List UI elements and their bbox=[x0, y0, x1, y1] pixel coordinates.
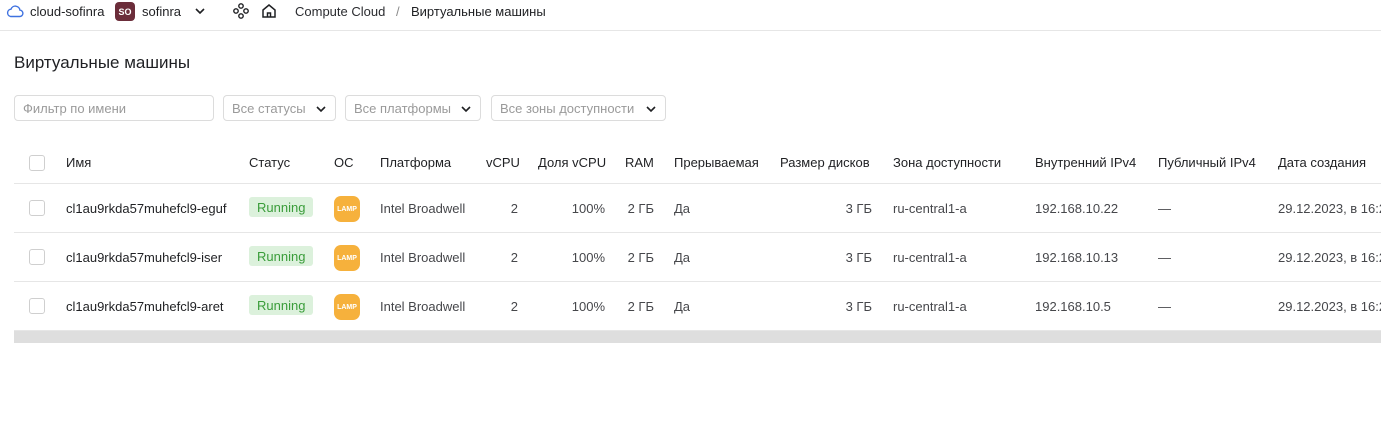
lamp-os-icon: LAMP bbox=[334, 294, 360, 320]
column-header-vcpu[interactable]: vCPU bbox=[486, 155, 520, 170]
column-header-ram[interactable]: RAM bbox=[625, 155, 654, 170]
vm-name[interactable]: cl1au9rkda57muhefcl9-eguf bbox=[66, 201, 226, 216]
breadcrumb-current: Виртуальные машины bbox=[411, 3, 546, 19]
row-checkbox[interactable] bbox=[29, 200, 45, 216]
preemptible-cell: Да bbox=[674, 250, 691, 265]
column-header-internal-ip[interactable]: Внутренний IPv4 bbox=[1035, 155, 1136, 170]
disk-cell: 3 ГБ bbox=[845, 201, 872, 216]
internal-ip-cell: 192.168.10.22 bbox=[1035, 201, 1119, 216]
column-header-disk-size[interactable]: Размер дисков bbox=[780, 155, 870, 170]
created-cell: 29.12.2023, в 16:2 bbox=[1278, 250, 1381, 265]
horizontal-scrollbar[interactable] bbox=[14, 331, 1381, 343]
ram-cell: 2 ГБ bbox=[627, 299, 654, 314]
select-all-checkbox[interactable] bbox=[29, 155, 45, 171]
created-cell: 29.12.2023, в 16:2 bbox=[1278, 201, 1381, 216]
column-header-name[interactable]: Имя bbox=[66, 155, 91, 170]
vcpu-cell: 2 bbox=[510, 250, 518, 265]
chevron-down-icon[interactable] bbox=[193, 0, 207, 22]
vm-name[interactable]: cl1au9rkda57muhefcl9-aret bbox=[66, 299, 224, 314]
breadcrumb-service[interactable]: Compute Cloud bbox=[295, 0, 385, 22]
created-cell: 29.12.2023, в 16:2 bbox=[1278, 299, 1381, 314]
status-badge: Running bbox=[249, 295, 314, 315]
table-row[interactable]: cl1au9rkda57muhefcl9-iser Running LAMP I… bbox=[14, 233, 1381, 282]
disk-cell: 3 ГБ bbox=[845, 299, 872, 314]
vcpu-share-cell: 100% bbox=[571, 299, 605, 314]
chevron-down-icon bbox=[314, 102, 328, 119]
platform-cell: Intel Broadwell bbox=[380, 299, 466, 314]
platform-cell: Intel Broadwell bbox=[380, 250, 466, 265]
row-checkbox[interactable] bbox=[29, 249, 45, 265]
status-filter-label: Все статусы bbox=[232, 100, 306, 116]
vm-name[interactable]: cl1au9rkda57muhefcl9-iser bbox=[66, 250, 222, 265]
disk-cell: 3 ГБ bbox=[845, 250, 872, 265]
services-icon[interactable] bbox=[232, 0, 250, 22]
preemptible-cell: Да bbox=[674, 299, 691, 314]
zone-cell: ru-central1-a bbox=[893, 299, 967, 314]
vcpu-share-cell: 100% bbox=[571, 250, 605, 265]
status-filter-select[interactable]: Все статусы bbox=[223, 95, 336, 121]
cloud-icon bbox=[6, 0, 24, 22]
vcpu-cell: 2 bbox=[510, 201, 518, 216]
column-header-preemptible[interactable]: Прерываемая bbox=[674, 155, 759, 170]
vcpu-share-cell: 100% bbox=[571, 201, 605, 216]
status-badge: Running bbox=[249, 246, 314, 266]
vcpu-cell: 2 bbox=[510, 299, 518, 314]
column-header-vcpu-share[interactable]: Доля vCPU bbox=[538, 155, 606, 170]
platform-filter-select[interactable]: Все платформы bbox=[345, 95, 481, 121]
name-filter[interactable] bbox=[14, 95, 214, 121]
breadcrumb-separator: / bbox=[396, 3, 400, 19]
zone-filter-select[interactable]: Все зоны доступности bbox=[491, 95, 666, 121]
page-title: Виртуальные машины bbox=[14, 53, 191, 72]
column-header-created[interactable]: Дата создания bbox=[1278, 155, 1366, 170]
public-ip-cell: — bbox=[1158, 201, 1171, 216]
cloud-name[interactable]: cloud-sofinra bbox=[30, 0, 104, 22]
org-name[interactable]: sofinra bbox=[142, 0, 181, 22]
zone-cell: ru-central1-a bbox=[893, 201, 967, 216]
zone-filter-label: Все зоны доступности bbox=[500, 100, 635, 116]
public-ip-cell: — bbox=[1158, 250, 1171, 265]
status-badge: Running bbox=[249, 197, 314, 217]
org-avatar[interactable]: SO bbox=[115, 2, 135, 21]
zone-cell: ru-central1-a bbox=[893, 250, 967, 265]
chevron-down-icon bbox=[644, 102, 658, 119]
table-row[interactable]: cl1au9rkda57muhefcl9-aret Running LAMP I… bbox=[14, 282, 1381, 331]
platform-filter-label: Все платформы bbox=[354, 100, 451, 116]
home-icon[interactable] bbox=[260, 0, 278, 22]
lamp-os-icon: LAMP bbox=[334, 196, 360, 222]
table-header: Имя Статус ОС Платформа vCPU Доля vCPU R… bbox=[14, 140, 1381, 184]
ram-cell: 2 ГБ bbox=[627, 250, 654, 265]
ram-cell: 2 ГБ bbox=[627, 201, 654, 216]
internal-ip-cell: 192.168.10.13 bbox=[1035, 250, 1119, 265]
row-checkbox[interactable] bbox=[29, 298, 45, 314]
top-navigation-bar: cloud-sofinra SO sofinra Compute Cloud /… bbox=[0, 0, 1381, 31]
lamp-os-icon: LAMP bbox=[334, 245, 360, 271]
platform-cell: Intel Broadwell bbox=[380, 201, 466, 216]
column-header-public-ip[interactable]: Публичный IPv4 bbox=[1158, 155, 1256, 170]
column-header-os[interactable]: ОС bbox=[334, 155, 354, 170]
preemptible-cell: Да bbox=[674, 201, 691, 216]
column-header-platform[interactable]: Платформа bbox=[380, 155, 451, 170]
chevron-down-icon bbox=[459, 102, 473, 119]
column-header-zone[interactable]: Зона доступности bbox=[893, 155, 1001, 170]
public-ip-cell: — bbox=[1158, 299, 1171, 314]
table-row[interactable]: cl1au9rkda57muhefcl9-eguf Running LAMP I… bbox=[14, 184, 1381, 233]
internal-ip-cell: 192.168.10.5 bbox=[1035, 299, 1111, 314]
name-filter-input[interactable] bbox=[23, 100, 205, 116]
column-header-status[interactable]: Статус bbox=[249, 155, 290, 170]
